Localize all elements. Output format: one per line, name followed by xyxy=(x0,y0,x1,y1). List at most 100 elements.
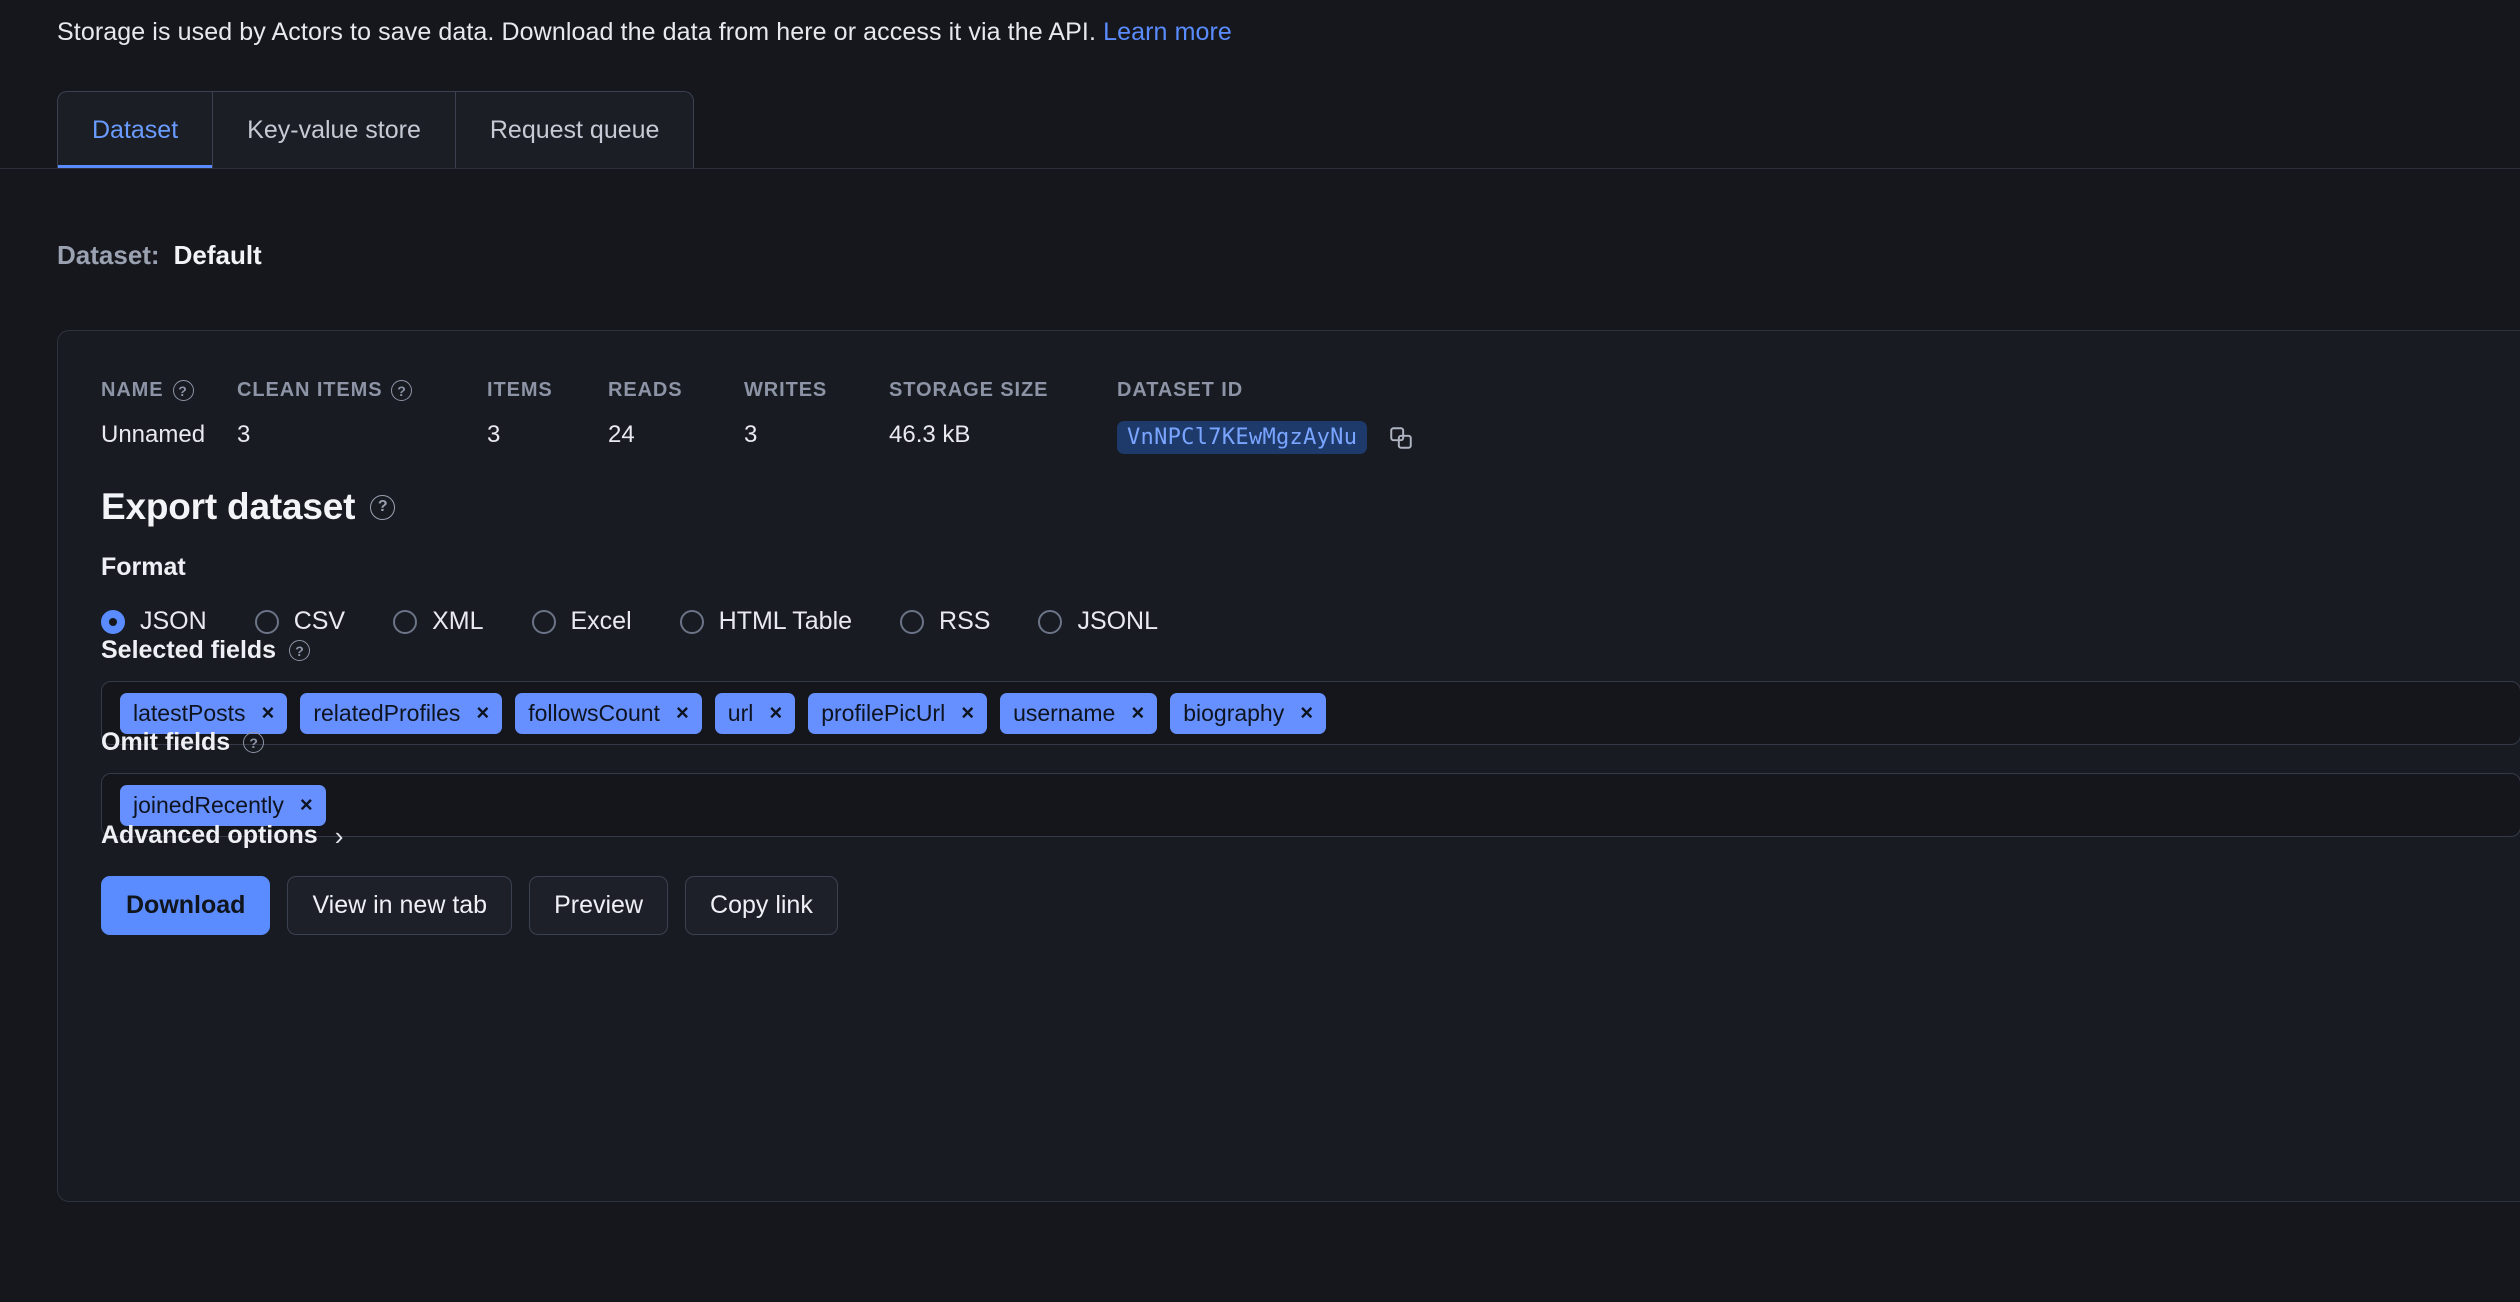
radio-icon[interactable] xyxy=(1038,610,1062,634)
radio-icon[interactable] xyxy=(393,610,417,634)
field-chip-label: biography xyxy=(1183,700,1284,727)
stat-clean-items: CLEAN ITEMS ? 3 xyxy=(237,378,487,449)
field-chip-label: url xyxy=(728,700,754,727)
stat-writes: WRITES 3 xyxy=(744,378,889,449)
stat-items-header-label: ITEMS xyxy=(487,379,553,402)
stat-dataset-id: DATASET ID VnNPCl7KEwMgzAyNu xyxy=(1117,378,1414,454)
dataset-heading: Dataset: Default xyxy=(57,240,262,271)
tab-key-value-store[interactable]: Key-value store xyxy=(212,91,455,169)
tab-request-queue[interactable]: Request queue xyxy=(455,91,695,169)
tabs-divider xyxy=(0,168,2520,169)
intro-text: Storage is used by Actors to save data. … xyxy=(57,17,1232,47)
selected-fields-label: Selected fields ? xyxy=(101,636,2520,665)
format-option-json-label: JSON xyxy=(140,607,207,636)
stat-items-value: 3 xyxy=(487,421,608,449)
selected-fields-label-text: Selected fields xyxy=(101,636,276,665)
dataset-name: Default xyxy=(174,240,262,271)
learn-more-link[interactable]: Learn more xyxy=(1103,18,1232,46)
help-icon[interactable]: ? xyxy=(370,495,395,520)
field-chip[interactable]: joinedRecently × xyxy=(120,785,326,826)
view-in-new-tab-button[interactable]: View in new tab xyxy=(287,876,512,935)
radio-icon[interactable] xyxy=(900,610,924,634)
advanced-options-toggle[interactable]: Advanced options › xyxy=(101,821,343,850)
radio-icon[interactable] xyxy=(532,610,556,634)
copy-link-button[interactable]: Copy link xyxy=(685,876,838,935)
format-option-jsonl[interactable]: JSONL xyxy=(1038,607,1158,636)
close-icon[interactable]: × xyxy=(300,794,313,816)
help-icon[interactable]: ? xyxy=(391,380,412,401)
stat-name-header-label: NAME xyxy=(101,379,164,402)
omit-fields-label: Omit fields ? xyxy=(101,728,2520,757)
stat-name-value: Unnamed xyxy=(101,421,237,449)
stat-writes-header: WRITES xyxy=(744,378,889,403)
format-option-html-table[interactable]: HTML Table xyxy=(680,607,852,636)
export-dataset-title: Export dataset xyxy=(101,486,355,528)
tab-dataset-label: Dataset xyxy=(92,116,178,145)
dataset-stats: NAME ? Unnamed CLEAN ITEMS ? 3 ITEMS 3 xyxy=(101,378,1414,454)
help-icon[interactable]: ? xyxy=(173,380,194,401)
field-chip-label: latestPosts xyxy=(133,700,246,727)
copy-icon[interactable] xyxy=(1388,425,1414,451)
stat-items-header: ITEMS xyxy=(487,378,608,403)
format-option-html-table-label: HTML Table xyxy=(719,607,852,636)
stat-storage-size-header-label: STORAGE SIZE xyxy=(889,379,1048,402)
radio-icon[interactable] xyxy=(255,610,279,634)
stat-writes-header-label: WRITES xyxy=(744,379,827,402)
format-option-xml[interactable]: XML xyxy=(393,607,483,636)
stat-name-header: NAME ? xyxy=(101,378,237,403)
stat-clean-items-header: CLEAN ITEMS ? xyxy=(237,378,487,403)
preview-button[interactable]: Preview xyxy=(529,876,668,935)
format-radio-group: JSON CSV XML Excel HTML Table xyxy=(101,607,1158,636)
download-button[interactable]: Download xyxy=(101,876,270,935)
help-icon[interactable]: ? xyxy=(289,640,310,661)
storage-tabs: Dataset Key-value store Request queue xyxy=(57,91,694,169)
close-icon[interactable]: × xyxy=(476,702,489,724)
format-option-csv[interactable]: CSV xyxy=(255,607,345,636)
stat-storage-size-header: STORAGE SIZE xyxy=(889,378,1117,403)
omit-fields-label-text: Omit fields xyxy=(101,728,230,757)
radio-icon[interactable] xyxy=(680,610,704,634)
stat-dataset-id-header: DATASET ID xyxy=(1117,378,1414,403)
format-option-jsonl-label: JSONL xyxy=(1077,607,1158,636)
stat-reads: READS 24 xyxy=(608,378,744,449)
chevron-right-icon: › xyxy=(335,823,344,849)
stat-clean-items-value: 3 xyxy=(237,421,487,449)
stat-writes-value: 3 xyxy=(744,421,889,449)
format-option-rss-label: RSS xyxy=(939,607,990,636)
intro-sentence: Storage is used by Actors to save data. … xyxy=(57,18,1096,46)
close-icon[interactable]: × xyxy=(1300,702,1313,724)
radio-icon[interactable] xyxy=(101,610,125,634)
stat-dataset-id-value-row: VnNPCl7KEwMgzAyNu xyxy=(1117,421,1414,454)
omit-fields-section: Omit fields ? joinedRecently × xyxy=(101,728,2520,837)
close-icon[interactable]: × xyxy=(961,702,974,724)
format-option-rss[interactable]: RSS xyxy=(900,607,990,636)
dataset-label: Dataset: xyxy=(57,240,160,271)
field-chip-label: relatedProfiles xyxy=(313,700,460,727)
stat-name: NAME ? Unnamed xyxy=(101,378,237,449)
field-chip-label: followsCount xyxy=(528,700,660,727)
dataset-card: NAME ? Unnamed CLEAN ITEMS ? 3 ITEMS 3 xyxy=(57,330,2520,1202)
export-dataset-heading: Export dataset ? xyxy=(101,486,395,528)
close-icon[interactable]: × xyxy=(769,702,782,724)
close-icon[interactable]: × xyxy=(1131,702,1144,724)
stat-storage-size: STORAGE SIZE 46.3 kB xyxy=(889,378,1117,449)
export-actions: Download View in new tab Preview Copy li… xyxy=(101,876,838,935)
format-option-excel[interactable]: Excel xyxy=(532,607,632,636)
close-icon[interactable]: × xyxy=(262,702,275,724)
close-icon[interactable]: × xyxy=(676,702,689,724)
dataset-id-chip[interactable]: VnNPCl7KEwMgzAyNu xyxy=(1117,421,1367,454)
stat-items: ITEMS 3 xyxy=(487,378,608,449)
format-section: Format JSON CSV XML Excel xyxy=(101,553,1158,636)
format-option-json[interactable]: JSON xyxy=(101,607,207,636)
storage-page: Storage is used by Actors to save data. … xyxy=(0,0,2520,1302)
format-option-excel-label: Excel xyxy=(571,607,632,636)
tab-dataset[interactable]: Dataset xyxy=(57,91,212,169)
tab-key-value-store-label: Key-value store xyxy=(247,116,421,145)
tab-request-queue-label: Request queue xyxy=(490,116,660,145)
omit-fields-input[interactable]: joinedRecently × xyxy=(101,773,2520,837)
stat-storage-size-value: 46.3 kB xyxy=(889,421,1117,449)
stat-dataset-id-header-label: DATASET ID xyxy=(1117,379,1243,402)
field-chip-label: joinedRecently xyxy=(133,792,284,819)
stat-reads-header: READS xyxy=(608,378,744,403)
help-icon[interactable]: ? xyxy=(243,732,264,753)
